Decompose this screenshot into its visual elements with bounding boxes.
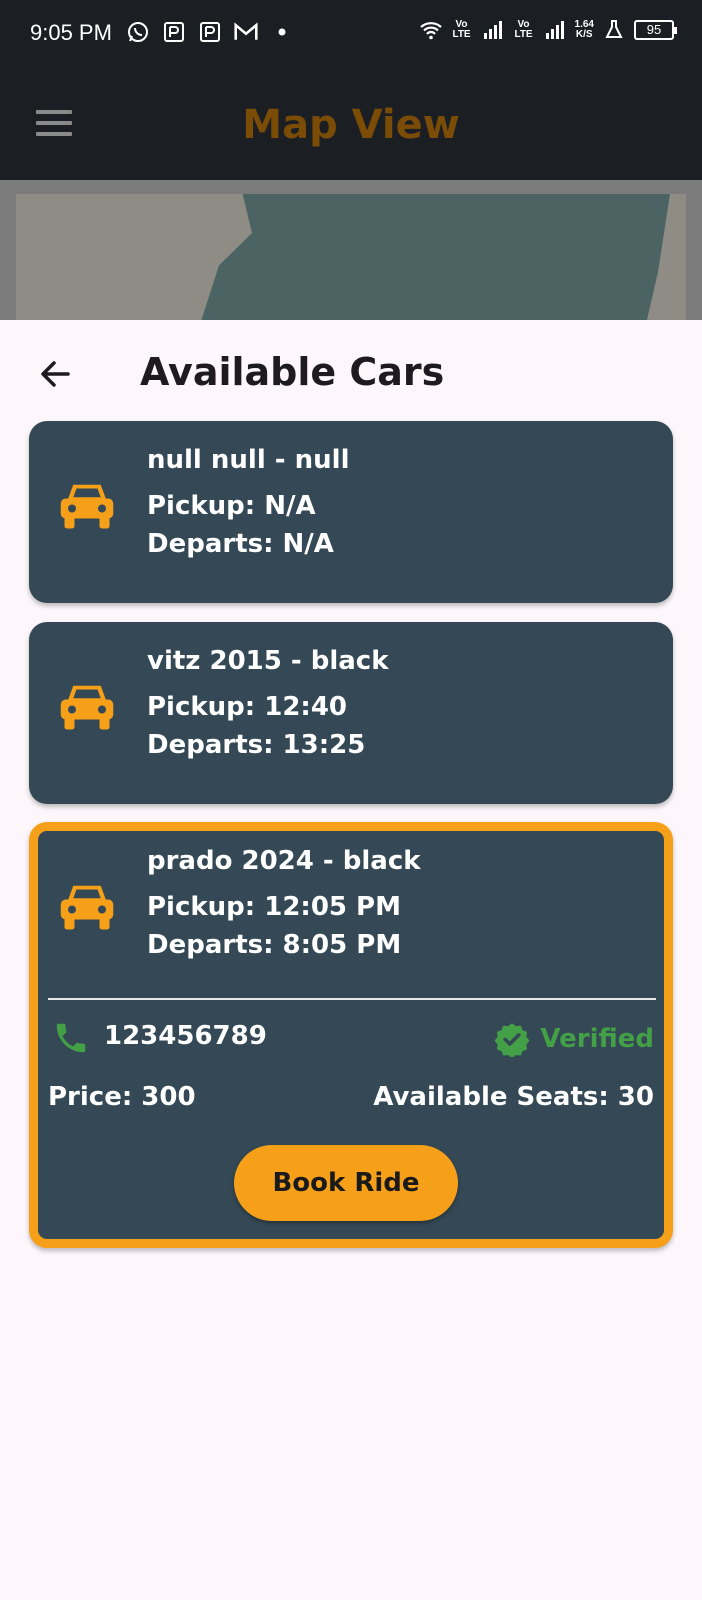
flask-icon bbox=[605, 20, 623, 38]
pickup-time: Pickup: 12:40 bbox=[147, 692, 348, 722]
sheet-header: Available Cars bbox=[0, 320, 702, 430]
car-details: prado 2024 - black Pickup: 12:05 PM Depa… bbox=[147, 844, 421, 964]
car-details: vitz 2015 - black Pickup: 12:40 Departs:… bbox=[147, 644, 389, 764]
car-icon bbox=[60, 885, 114, 930]
status-bar: 9:05 PM Vo LTE Vo LTE 1.64 K/S 95 bbox=[0, 0, 702, 72]
back-arrow-icon[interactable] bbox=[34, 352, 78, 396]
volte-label-2: Vo LTE bbox=[514, 19, 533, 40]
price: Price: 300 bbox=[48, 1082, 196, 1112]
network-speed-unit: K/S bbox=[575, 29, 593, 40]
car-name: vitz 2015 - black bbox=[147, 646, 389, 676]
car-icon bbox=[60, 685, 114, 730]
departure-time: Departs: 13:25 bbox=[147, 730, 366, 760]
map-view[interactable] bbox=[0, 180, 702, 320]
whatsapp-icon bbox=[128, 22, 148, 42]
sheet-title: Available Cars bbox=[140, 350, 445, 394]
signal-icon bbox=[545, 21, 564, 39]
pickup-time: Pickup: 12:05 PM bbox=[147, 892, 401, 922]
verified-badge: Verified bbox=[494, 1021, 654, 1057]
pickup-time: Pickup: N/A bbox=[147, 491, 316, 521]
map-land bbox=[16, 194, 252, 320]
departure-time: Departs: N/A bbox=[147, 529, 334, 559]
available-seats: Available Seats: 30 bbox=[373, 1082, 654, 1112]
map-tiles bbox=[16, 194, 686, 320]
book-ride-button[interactable]: Book Ride bbox=[234, 1145, 458, 1221]
battery-indicator: 95 bbox=[634, 20, 677, 40]
gmail-icon bbox=[234, 22, 258, 40]
car-card[interactable]: null null - null Pickup: N/A Departs: N/… bbox=[29, 421, 673, 603]
app-notification-icon bbox=[164, 22, 184, 42]
network-speed: 1.64 K/S bbox=[575, 20, 594, 40]
app-notification-icon bbox=[200, 22, 220, 42]
car-name: null null - null bbox=[147, 445, 350, 475]
dot-icon bbox=[278, 28, 286, 36]
wifi-icon bbox=[419, 22, 442, 40]
car-icon bbox=[60, 484, 114, 529]
signal-icon bbox=[483, 21, 502, 39]
volte-label-1: Vo LTE bbox=[452, 19, 471, 40]
status-indicators: Vo LTE Vo LTE 1.64 K/S 95 bbox=[419, 18, 677, 42]
status-time: 9:05 PM bbox=[30, 20, 112, 45]
departure-time: Departs: 8:05 PM bbox=[147, 930, 402, 960]
driver-phone[interactable]: 123456789 bbox=[104, 1021, 267, 1051]
app-bar: Map View bbox=[0, 72, 702, 180]
car-name: prado 2024 - black bbox=[147, 846, 421, 876]
available-cars-sheet: Available Cars null null - null Pickup: … bbox=[0, 320, 702, 1600]
map-land bbox=[646, 194, 686, 320]
car-card-selected[interactable]: prado 2024 - black Pickup: 12:05 PM Depa… bbox=[29, 822, 673, 1248]
divider bbox=[48, 998, 656, 1000]
verified-icon bbox=[495, 1023, 530, 1057]
notification-icons bbox=[126, 20, 294, 44]
phone-icon[interactable] bbox=[52, 1019, 90, 1057]
verified-label: Verified bbox=[540, 1024, 654, 1054]
car-card[interactable]: vitz 2015 - black Pickup: 12:40 Departs:… bbox=[29, 622, 673, 804]
app-title: Map View bbox=[242, 102, 460, 148]
car-details: null null - null Pickup: N/A Departs: N/… bbox=[147, 443, 349, 563]
